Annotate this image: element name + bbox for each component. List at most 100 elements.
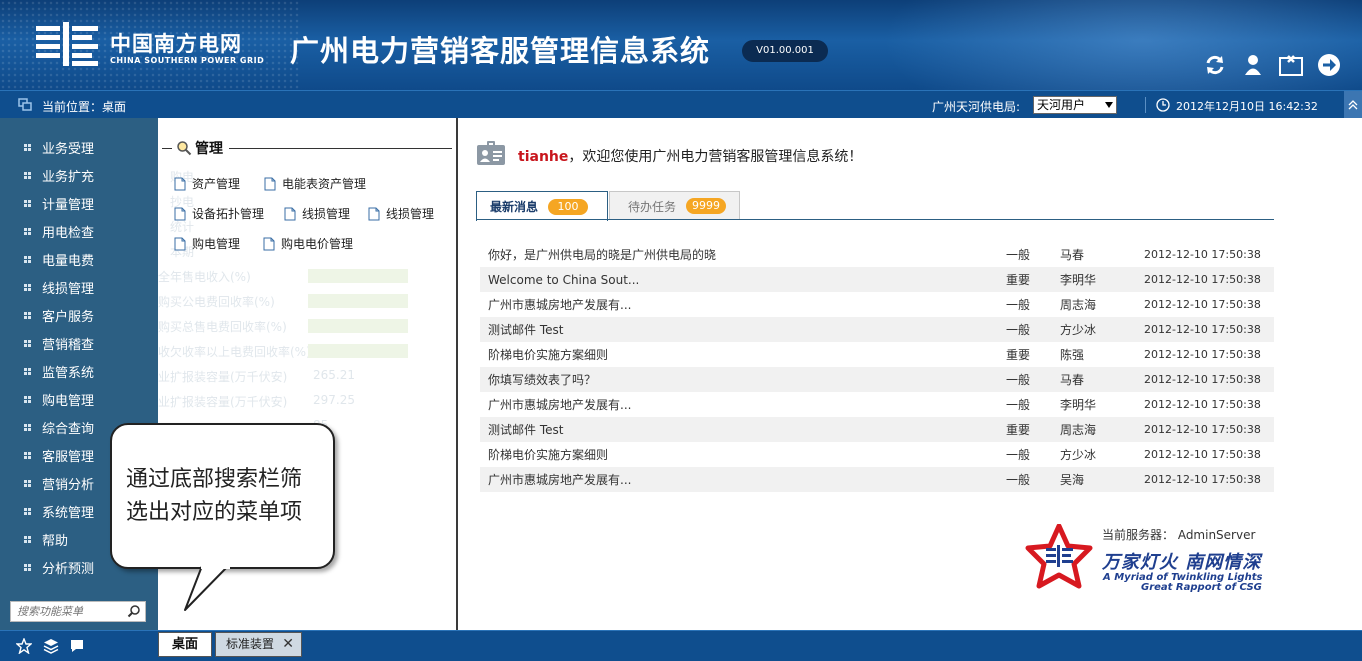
grip-dots	[24, 479, 42, 487]
submenu-link[interactable]: 线损管理	[368, 205, 434, 222]
grip-dots-icon	[0, 479, 42, 487]
bureau-select[interactable]: 天河用户	[1033, 96, 1117, 114]
welcome-message: tianhe，欢迎您使用广州电力营销客服管理信息系统！	[518, 146, 862, 166]
message-title: 你填写绩效表了吗？	[488, 373, 597, 387]
message-title: 广州市惠城房地产发展有...	[488, 298, 632, 312]
refresh-button[interactable]	[1202, 52, 1228, 78]
message-row[interactable]: 广州市惠城房地产发展有... 一般 吴海 2012-12-10 17:50:38	[480, 467, 1274, 492]
sidebar-item-label: 监管系统	[42, 365, 95, 381]
tab-pending-tasks[interactable]: 待办任务 9999	[609, 191, 740, 220]
message-level: 一般	[1006, 448, 1031, 462]
callout-line: 选出对应的菜单项	[126, 500, 303, 525]
submenu-link[interactable]: 设备拓扑管理	[174, 205, 264, 222]
sidebar-item-label: 电量电费	[42, 253, 95, 269]
background-text: 购买总售电费回收率(%)	[158, 320, 287, 334]
grip-dots	[24, 311, 42, 319]
document-icon	[264, 177, 276, 190]
message-row[interactable]: 你填写绩效表了吗？ 一般 马春 2012-12-10 17:50:38	[480, 367, 1274, 392]
background-text: 购买公电费回收率(%)	[158, 295, 275, 309]
message-row[interactable]: 你好，是广州供电局的晓是广州供电局的晓 一般 马春 2012-12-10 17:50:…	[480, 242, 1274, 267]
message-level: 重要	[1006, 423, 1031, 437]
close-window-button[interactable]	[1278, 52, 1304, 78]
sidebar-item[interactable]: 电量电费	[0, 245, 158, 273]
sidebar-item[interactable]: 用电检查	[0, 217, 158, 245]
chat-bubble-icon	[71, 640, 83, 652]
grip-dots-icon	[0, 255, 42, 263]
menu-search-input[interactable]	[11, 602, 121, 621]
favorites-button[interactable]	[15, 637, 33, 655]
sidebar-item[interactable]: 营销稽查	[0, 329, 158, 357]
grip-dots-icon	[0, 507, 42, 515]
grip-dots-icon	[0, 395, 42, 403]
sidebar-item-label: 综合查询	[42, 421, 95, 437]
submenu-link[interactable]: 购电电价管理	[263, 235, 353, 252]
grip-dots-icon	[0, 227, 42, 235]
app-header: 中国南方电网 CHINA SOUTHERN POWER GRID 广州电力营销客…	[0, 0, 1362, 90]
message-title: Welcome to China Sout...	[488, 272, 640, 287]
user-profile-button[interactable]	[1240, 52, 1266, 78]
breadcrumb: 当前位置：桌面	[42, 100, 127, 114]
sidebar-item[interactable]: 业务受理	[0, 133, 158, 161]
task-tab-desktop[interactable]: 桌面	[158, 632, 212, 657]
submenu-link-label: 电能表资产管理	[282, 177, 367, 191]
close-tab-icon[interactable]: ✕	[282, 633, 294, 656]
sidebar-item[interactable]: 客户服务	[0, 301, 158, 329]
sidebar-item[interactable]: 业务扩充	[0, 161, 158, 189]
message-time: 2012-12-10 17:50:38	[1144, 298, 1261, 311]
grip-dots	[24, 199, 42, 207]
sidebar-item[interactable]: 购电管理	[0, 385, 158, 413]
sidebar-item[interactable]: 监管系统	[0, 357, 158, 385]
main-content: tianhe，欢迎您使用广州电力营销客服管理信息系统！ 最新消息 100 待办任…	[458, 118, 1362, 630]
message-time: 2012-12-10 17:50:38	[1144, 348, 1261, 361]
logout-button[interactable]	[1316, 52, 1342, 78]
message-row[interactable]: Welcome to China Sout... 重要 李明华 2012-12-10 …	[480, 267, 1274, 292]
message-level: 一般	[1006, 373, 1031, 387]
sidebar-item[interactable]: 计量管理	[0, 189, 158, 217]
close-window-icon	[1279, 55, 1303, 76]
grip-dots-icon	[0, 283, 42, 291]
message-sender: 周志海	[1060, 298, 1097, 312]
submenu-link[interactable]: 购电管理	[174, 235, 240, 252]
task-tab-standard-device[interactable]: 标准装置 ✕	[215, 632, 302, 657]
clock-icon	[1156, 98, 1170, 112]
message-row[interactable]: 广州市惠城房地产发展有... 一般 周志海 2012-12-10 17:50:38	[480, 292, 1274, 317]
submenu-link-label: 线损管理	[386, 207, 435, 221]
message-row[interactable]: 广州市惠城房地产发展有... 一般 李明华 2012-12-10 17:50:38	[480, 392, 1274, 417]
background-text: 业扩报装容量(万千伏安)	[158, 395, 288, 409]
message-sender: 马春	[1060, 248, 1085, 262]
sidebar-item-label: 客户服务	[42, 309, 95, 325]
submenu-link-label: 资产管理	[192, 177, 241, 191]
message-sender: 李明华	[1060, 273, 1097, 287]
submenu-link-label: 线损管理	[302, 207, 351, 221]
submenu-link[interactable]: 资产管理	[174, 175, 240, 192]
callout-pointer	[184, 566, 230, 611]
sidebar-item-label: 购电管理	[42, 393, 95, 409]
layers-button[interactable]	[42, 637, 60, 655]
message-row[interactable]: 测试邮件 Test 重要 周志海 2012-12-10 17:50:38	[480, 417, 1274, 442]
document-icon	[368, 207, 380, 220]
message-title: 阶梯电价实施方案细则	[488, 348, 609, 362]
search-icon[interactable]	[127, 604, 141, 618]
message-row[interactable]: 阶梯电价实施方案细则 一般 方少冰 2012-12-10 17:50:38	[480, 442, 1274, 467]
messages-button[interactable]	[68, 637, 86, 655]
grip-dots-icon	[0, 563, 42, 571]
submenu-link[interactable]: 电能表资产管理	[264, 175, 366, 192]
submenu-link[interactable]: 线损管理	[284, 205, 350, 222]
grip-dots	[24, 171, 42, 179]
message-row[interactable]: 阶梯电价实施方案细则 重要 陈强 2012-12-10 17:50:38	[480, 342, 1274, 367]
tab-latest-news[interactable]: 最新消息 100	[476, 191, 608, 221]
message-title: 广州市惠城房地产发展有...	[488, 398, 632, 412]
sidebar-item-label: 计量管理	[42, 197, 95, 213]
sidebar-item[interactable]: 线损管理	[0, 273, 158, 301]
unread-count-badge: 100	[548, 198, 589, 215]
message-row[interactable]: 测试邮件 Test 一般 方少冰 2012-12-10 17:50:38	[480, 317, 1274, 342]
message-level: 一般	[1006, 323, 1031, 337]
document-icon	[174, 207, 186, 220]
menu-search-box[interactable]	[10, 601, 146, 622]
submenu-link-label: 购电管理	[192, 237, 241, 251]
star-icon	[16, 638, 32, 654]
message-sender: 吴海	[1060, 473, 1085, 487]
collapse-header-button[interactable]	[1344, 91, 1362, 119]
sidebar-item-label: 业务受理	[42, 141, 95, 157]
document-icon	[284, 207, 296, 220]
